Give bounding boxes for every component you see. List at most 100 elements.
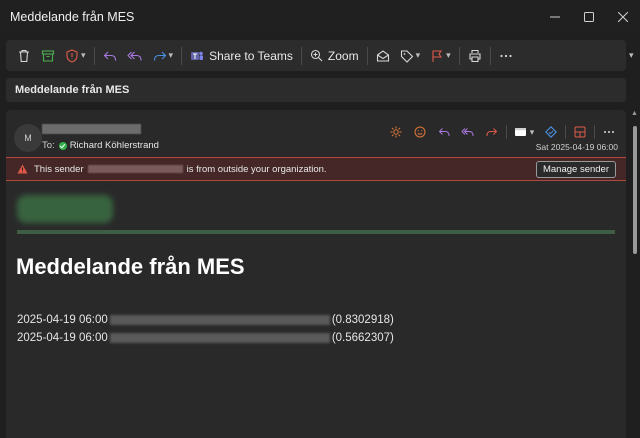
categorize-button[interactable]: ▾ [395, 43, 426, 69]
close-icon [618, 12, 628, 22]
message-actions: ▾ [384, 122, 621, 142]
share-to-teams-button[interactable]: Share to Teams [185, 43, 298, 69]
entry-value: (0.5662307) [331, 332, 394, 344]
delete-button[interactable] [12, 43, 36, 69]
toolbar-divider [300, 46, 302, 65]
title-bar: Meddelande från MES [0, 0, 640, 34]
more-actions-button[interactable] [597, 122, 621, 142]
to-label: To: [42, 140, 55, 151]
printer-icon [469, 49, 481, 62]
presence-available-icon [58, 141, 67, 150]
manage-sender-button[interactable]: Manage sender [535, 161, 616, 178]
archive-icon [41, 49, 55, 62]
forward-icon [486, 128, 498, 136]
toolbar-divider [489, 46, 491, 65]
reply-button-header[interactable] [432, 122, 456, 142]
toolbar-divider [93, 46, 95, 65]
minimize-button[interactable] [538, 0, 572, 34]
zoom-label: Zoom [327, 48, 359, 63]
zoom-icon [310, 49, 323, 62]
react-button[interactable] [408, 122, 432, 142]
message-card: M To: Richard Köhlerstrand ▾ Sat 2025-04… [6, 110, 626, 438]
trash-icon [19, 49, 29, 62]
reply-all-button-header[interactable] [456, 122, 480, 142]
subject-bar: Meddelande från MES [6, 78, 626, 102]
close-button[interactable] [606, 0, 640, 34]
toolbar-expand-chevron-icon[interactable]: ▾ [629, 50, 634, 61]
warning-text: This sender is from outside your organiz… [34, 164, 327, 175]
entry-value: (0.8302918) [331, 314, 394, 326]
window-icon [514, 128, 526, 136]
flag-icon [432, 49, 443, 62]
external-sender-warning: This sender is from outside your organiz… [6, 157, 626, 181]
summarize-button[interactable] [384, 122, 408, 142]
maximize-button[interactable] [572, 0, 606, 34]
report-button[interactable]: ▾ [60, 43, 91, 69]
maximize-icon [584, 12, 594, 22]
archive-button[interactable] [36, 43, 60, 69]
scroll-up-arrow-icon[interactable]: ▲ [631, 110, 638, 117]
toolbar-divider [366, 46, 368, 65]
zoom-button[interactable]: Zoom [305, 43, 364, 69]
recipient-name[interactable]: Richard Köhlerstrand [70, 140, 159, 151]
shield-icon [66, 48, 78, 63]
window-title: Meddelande från MES [10, 10, 135, 24]
reply-all-icon [126, 51, 142, 60]
reply-all-icon [461, 128, 474, 136]
message-toolbar: ▾ ▾ Share to Teams Zoom ▾ ▾ [6, 40, 626, 71]
sender-address-redacted [87, 165, 183, 173]
teams-icon [191, 51, 204, 60]
body-divider [17, 230, 615, 234]
actions-divider [565, 125, 566, 139]
chevron-down-icon: ▾ [81, 50, 86, 60]
sender-logo-redacted [17, 195, 113, 223]
scrollbar-thumb[interactable] [633, 126, 637, 254]
actions-divider [506, 125, 507, 139]
entry-timestamp: 2025-04-19 06:00 [17, 332, 108, 344]
avatar[interactable]: M [14, 124, 42, 152]
warning-suffix: is from outside your organization. [186, 163, 327, 175]
warning-prefix: This sender [34, 163, 84, 175]
sun-icon [390, 126, 402, 138]
smiley-icon [414, 126, 426, 138]
sender-name-redacted [42, 124, 141, 134]
more-options-button[interactable] [494, 43, 518, 69]
message-date: Sat 2025-04-19 06:00 [535, 142, 618, 152]
body-entry-2: 2025-04-19 06:00 (0.5662307) [17, 332, 394, 344]
chevron-down-icon: ▾ [529, 126, 535, 137]
recipient-line: To: Richard Köhlerstrand [42, 140, 159, 151]
chevron-down-icon: ▾ [446, 50, 451, 60]
forward-button[interactable]: ▾ [148, 43, 179, 69]
body-entry-1: 2025-04-19 06:00 (0.8302918) [17, 314, 394, 326]
forward-icon [153, 51, 166, 60]
minimize-icon [550, 16, 560, 18]
apps-button[interactable] [568, 122, 592, 142]
diamond-loop-icon [545, 126, 557, 138]
print-button[interactable] [463, 43, 487, 69]
grid-app-icon [574, 126, 586, 138]
tag-icon [400, 49, 413, 63]
actions-divider [594, 125, 595, 139]
forward-button-header[interactable] [480, 122, 504, 142]
toolbar-divider [458, 46, 460, 65]
reading-pane-options-button[interactable]: ▾ [509, 122, 539, 142]
reply-icon [438, 128, 450, 136]
toolbar-divider [181, 46, 183, 65]
envelope-open-icon [376, 49, 389, 62]
warning-icon [16, 163, 28, 175]
flag-button[interactable]: ▾ [425, 43, 456, 69]
entry-text-redacted [109, 315, 330, 325]
more-horizontal-icon [604, 131, 614, 133]
more-horizontal-icon [500, 54, 512, 57]
chevron-down-icon: ▾ [168, 50, 174, 60]
mark-read-button[interactable] [371, 43, 395, 69]
share-to-teams-label: Share to Teams [209, 48, 293, 63]
scrollbar[interactable]: ▲ [631, 110, 640, 438]
entry-text-redacted [109, 333, 330, 343]
reply-icon [103, 51, 116, 60]
loop-button[interactable] [539, 122, 563, 142]
reply-all-button[interactable] [122, 43, 148, 69]
reply-button[interactable] [98, 43, 122, 69]
chevron-down-icon: ▾ [415, 50, 421, 60]
entry-timestamp: 2025-04-19 06:00 [17, 314, 108, 326]
